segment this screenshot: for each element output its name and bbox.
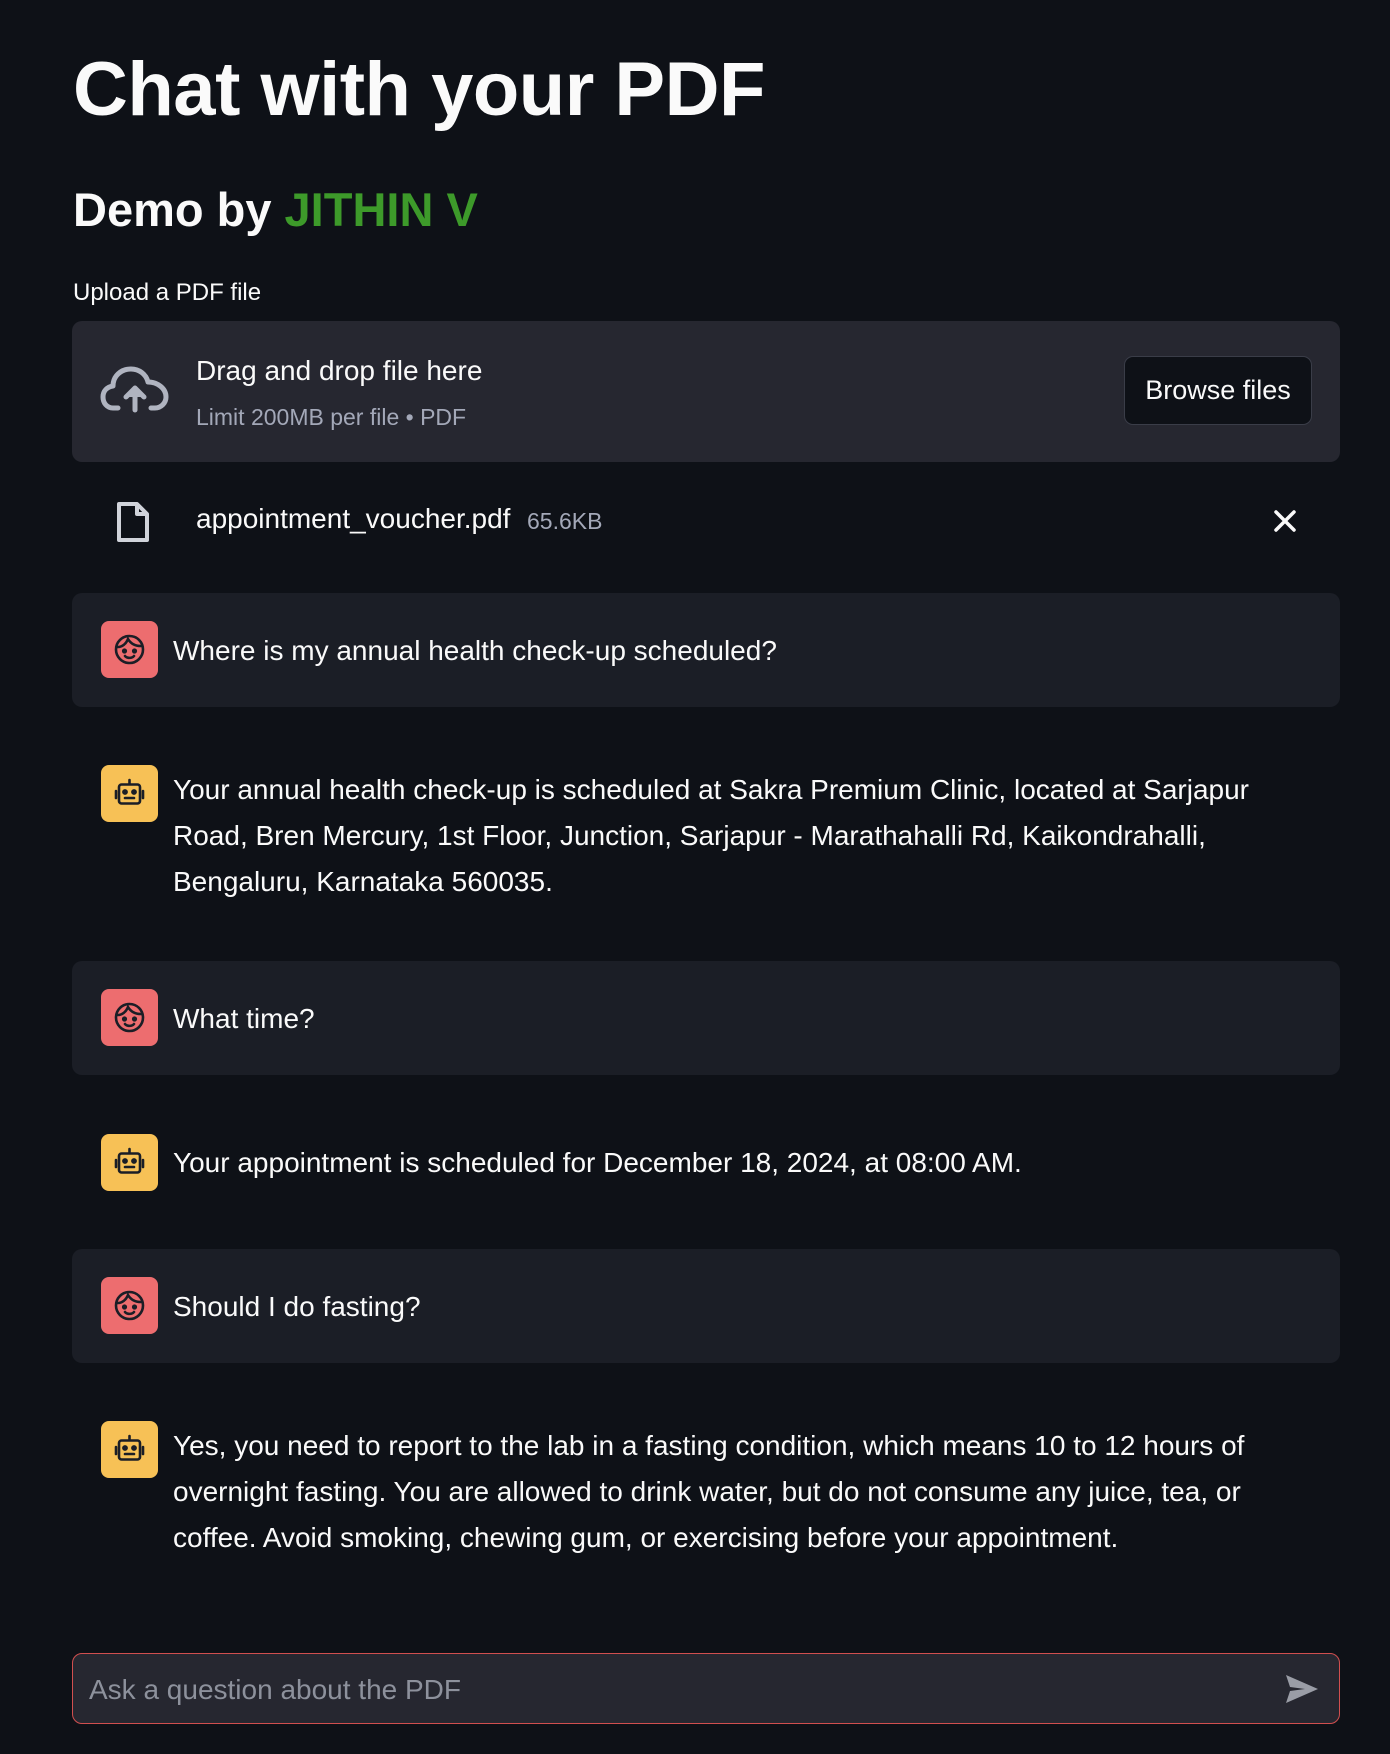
chat-input[interactable] <box>87 1654 1231 1725</box>
cloud-upload-icon <box>100 361 170 417</box>
file-dropzone[interactable]: Drag and drop file here Limit 200MB per … <box>72 321 1340 462</box>
message-text: Should I do fasting? <box>173 1291 421 1322</box>
page-title: Chat with your PDF <box>73 47 765 132</box>
user-avatar <box>101 621 158 678</box>
assistant-avatar <box>101 765 158 822</box>
user-avatar <box>101 989 158 1046</box>
message-text: Where is my annual health check-up sched… <box>173 635 777 666</box>
assistant-avatar <box>101 1421 158 1478</box>
file-name: appointment_voucher.pdf <box>196 503 511 534</box>
dropzone-title: Drag and drop file here <box>196 355 483 386</box>
chat-message-assistant: Your annual health check-up is scheduled… <box>72 732 1340 916</box>
uploaded-file-row: appointment_voucher.pdf 65.6KB <box>72 484 1340 556</box>
chat-message-user: Should I do fasting? <box>72 1249 1340 1363</box>
file-icon <box>115 500 151 544</box>
message-text: What time? <box>173 1003 315 1034</box>
message-text: Yes, you need to report to the lab in a … <box>173 1430 1245 1553</box>
user-avatar <box>101 1277 158 1334</box>
dropzone-hint: Limit 200MB per file • PDF <box>196 404 467 430</box>
upload-label: Upload a PDF file <box>73 279 262 306</box>
author-name: JITHIN V <box>284 183 478 236</box>
chat-message-assistant: Your appointment is scheduled for Decemb… <box>72 1100 1340 1220</box>
send-icon[interactable] <box>1283 1670 1321 1708</box>
file-size: 65.6KB <box>527 508 603 534</box>
message-text: Your annual health check-up is scheduled… <box>173 774 1250 897</box>
subtitle: Demo by JITHIN V <box>73 180 478 240</box>
chat-message-assistant: Yes, you need to report to the lab in a … <box>72 1388 1340 1572</box>
browse-files-button[interactable]: Browse files <box>1124 356 1312 425</box>
chat-message-user: What time? <box>72 961 1340 1075</box>
chat-message-user: Where is my annual health check-up sched… <box>72 593 1340 707</box>
assistant-avatar <box>101 1134 158 1191</box>
subtitle-prefix: Demo by <box>73 183 285 236</box>
chat-input-container <box>72 1653 1340 1725</box>
close-icon[interactable] <box>1270 506 1300 536</box>
message-text: Your appointment is scheduled for Decemb… <box>173 1147 1022 1178</box>
